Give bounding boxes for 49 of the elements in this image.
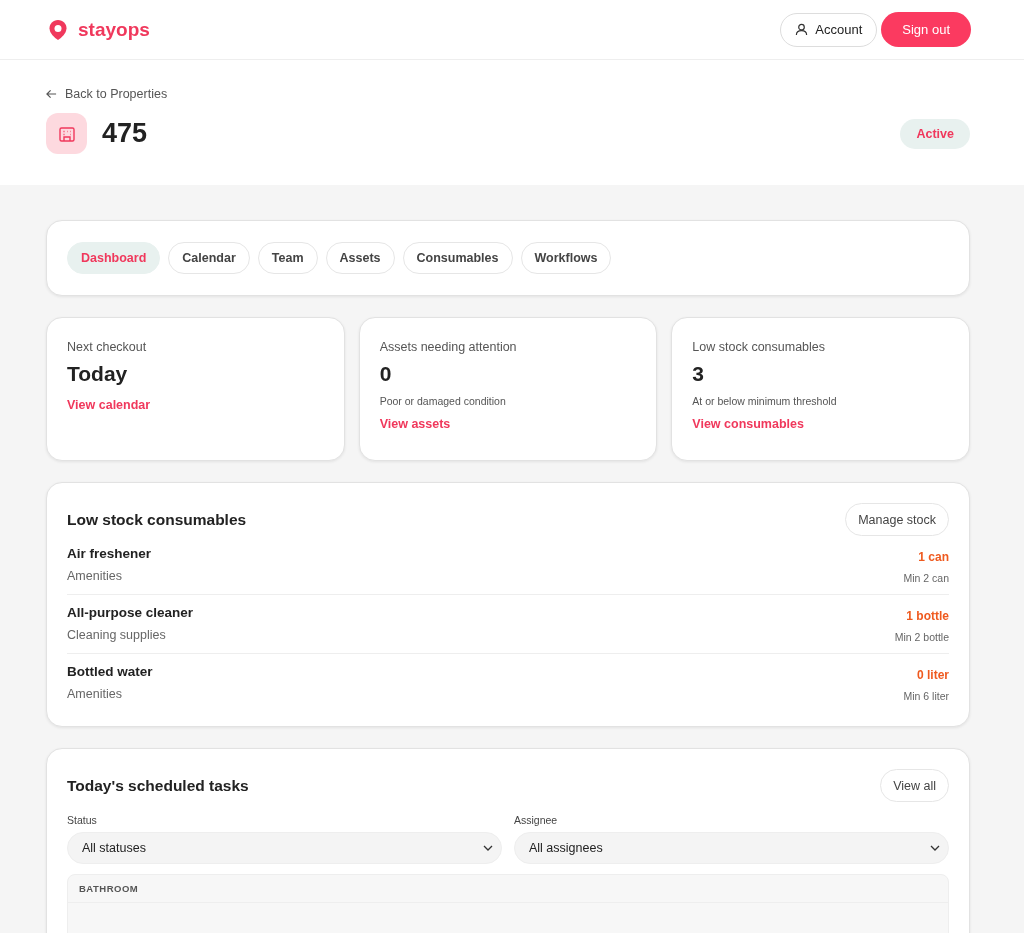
item-category: Cleaning supplies	[67, 628, 166, 642]
tab[interactable]: Workflows	[520, 242, 612, 274]
stat-link[interactable]: View consumables	[692, 417, 949, 431]
stat-label: Next checkout	[67, 340, 148, 354]
stat-value: Today	[67, 362, 129, 386]
card-title: Low stock consumables	[67, 510, 247, 529]
tab[interactable]: Team	[257, 242, 318, 274]
group-header: BATHROOM	[68, 875, 948, 903]
user-icon	[795, 23, 809, 36]
building-icon	[57, 124, 76, 143]
item-quantity: 1 bottle	[906, 609, 949, 623]
filter-select[interactable]: All assignees	[514, 832, 949, 864]
stat-link[interactable]: View calendar	[67, 398, 324, 412]
brand-name: stayops	[78, 18, 150, 41]
stat-value: 3	[692, 362, 705, 386]
item-quantity: 1 can	[918, 550, 949, 564]
arrow-left-icon	[46, 89, 57, 99]
item-minimum: Min 2 bottle	[894, 631, 949, 643]
sign-out-button[interactable]: Sign out	[881, 12, 971, 47]
item-minimum: Min 2 can	[903, 572, 949, 584]
logo-pin-icon	[48, 18, 68, 41]
card-title: Today's scheduled tasks	[67, 776, 249, 795]
tab[interactable]: Consumables	[402, 242, 513, 274]
stat-link[interactable]: View assets	[379, 417, 637, 431]
chevron-down-icon	[930, 845, 940, 851]
manage-stock-button[interactable]: Manage stock	[845, 503, 949, 536]
filter-select[interactable]: All statuses	[67, 832, 502, 864]
stat-note: Poor or damaged condition	[379, 395, 507, 407]
item-name: All-purpose cleaner	[67, 605, 194, 620]
filter-label: Status	[67, 814, 98, 826]
account-button[interactable]: Account	[780, 12, 878, 47]
item-minimum: Min 6 liter	[903, 690, 949, 702]
item-name: Air freshener	[67, 546, 152, 561]
filter-label: Assignee	[514, 814, 559, 826]
stat-label: Low stock consumables	[692, 340, 827, 354]
property-name: 475	[102, 118, 148, 149]
item-name: Bottled water	[67, 664, 153, 679]
tab[interactable]: Calendar	[168, 242, 250, 274]
stat-note: At or below minimum threshold	[692, 395, 838, 407]
item-category: Amenities	[67, 569, 122, 583]
status-badge: Active	[900, 118, 970, 149]
view-all-button[interactable]: View all	[880, 769, 949, 802]
item-category: Amenities	[67, 687, 122, 701]
back-link[interactable]: Back to Properties	[46, 87, 168, 101]
stat-label: Assets needing attention	[379, 340, 518, 354]
tab[interactable]: Assets	[325, 242, 395, 274]
stat-value: 0	[379, 362, 393, 386]
chevron-down-icon	[483, 845, 493, 851]
item-quantity: 0 liter	[917, 668, 949, 682]
